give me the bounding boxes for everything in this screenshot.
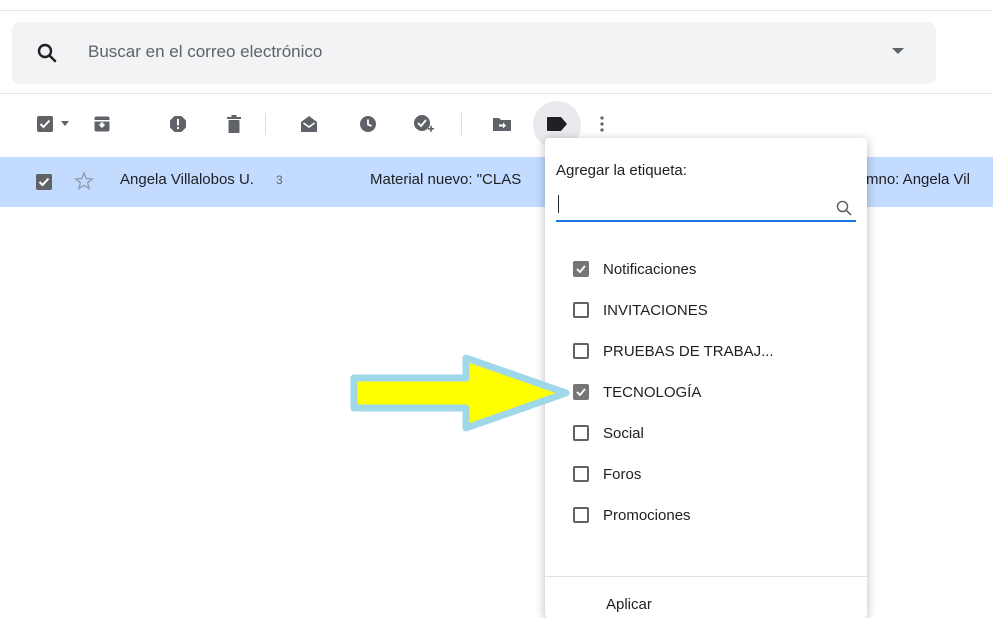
report-spam-icon[interactable] — [166, 112, 190, 136]
email-subject: Material nuevo: "CLAS — [370, 171, 522, 188]
menu-divider — [545, 576, 867, 577]
search-options-dropdown-icon[interactable] — [892, 48, 904, 54]
label-name: Promociones — [603, 506, 691, 524]
label-name: TECNOLOGÍA — [603, 383, 702, 401]
mark-read-icon[interactable] — [297, 112, 321, 136]
label-as-menu: Agregar la etiqueta: Notificaciones INVI… — [545, 138, 867, 618]
search-input[interactable]: Buscar en el correo electrónico — [88, 42, 322, 62]
label-option-promociones[interactable]: Promociones — [573, 505, 691, 525]
move-to-icon[interactable] — [490, 112, 514, 136]
checkbox-unchecked[interactable] — [573, 343, 589, 359]
annotation-arrow-icon — [348, 352, 574, 439]
thread-count: 3 — [276, 173, 283, 187]
checkbox-checked[interactable] — [573, 384, 589, 400]
toolbar-separator — [265, 113, 266, 135]
email-sender: Angela Villalobos U. — [120, 171, 254, 188]
checkbox-unchecked[interactable] — [573, 425, 589, 441]
label-option-notificaciones[interactable]: Notificaciones — [573, 259, 696, 279]
label-option-tecnologia[interactable]: TECNOLOGÍA — [573, 382, 701, 402]
search-icon — [836, 200, 852, 221]
label-name: INVITACIONES — [603, 301, 708, 319]
select-all-checkbox-icon[interactable] — [33, 112, 57, 136]
email-preview: mno: Angela Vil — [866, 171, 970, 188]
star-icon[interactable] — [73, 171, 95, 191]
delete-icon[interactable] — [222, 112, 246, 136]
menu-title: Agregar la etiqueta: — [556, 162, 687, 179]
top-divider — [0, 10, 993, 11]
toolbar-divider — [0, 93, 993, 94]
snooze-icon[interactable] — [356, 112, 380, 136]
label-name: Social — [603, 424, 644, 442]
label-name: PRUEBAS DE TRABAJ... — [603, 342, 774, 360]
add-to-tasks-icon[interactable] — [412, 112, 436, 136]
email-checkbox-checked[interactable] — [36, 174, 52, 190]
label-name: Foros — [603, 465, 642, 483]
search-bar[interactable]: Buscar en el correo electrónico — [12, 22, 936, 84]
checkbox-unchecked[interactable] — [573, 466, 589, 482]
label-name: Notificaciones — [603, 260, 697, 278]
label-search-input[interactable] — [556, 190, 856, 222]
text-cursor — [558, 195, 559, 213]
search-icon[interactable] — [36, 42, 58, 64]
toolbar-separator — [461, 113, 462, 135]
checkbox-checked[interactable] — [573, 261, 589, 277]
checkbox-unchecked[interactable] — [573, 302, 589, 318]
label-option-social[interactable]: Social — [573, 423, 644, 443]
label-option-invitaciones[interactable]: INVITACIONES — [573, 300, 708, 320]
label-icon[interactable] — [545, 112, 569, 136]
select-dropdown-icon[interactable] — [59, 112, 71, 136]
checkbox-unchecked[interactable] — [573, 507, 589, 523]
more-icon[interactable] — [596, 112, 608, 136]
label-option-foros[interactable]: Foros — [573, 464, 641, 484]
label-option-pruebas-de-trabajo[interactable]: PRUEBAS DE TRABAJ... — [573, 341, 774, 361]
archive-icon[interactable] — [90, 112, 114, 136]
